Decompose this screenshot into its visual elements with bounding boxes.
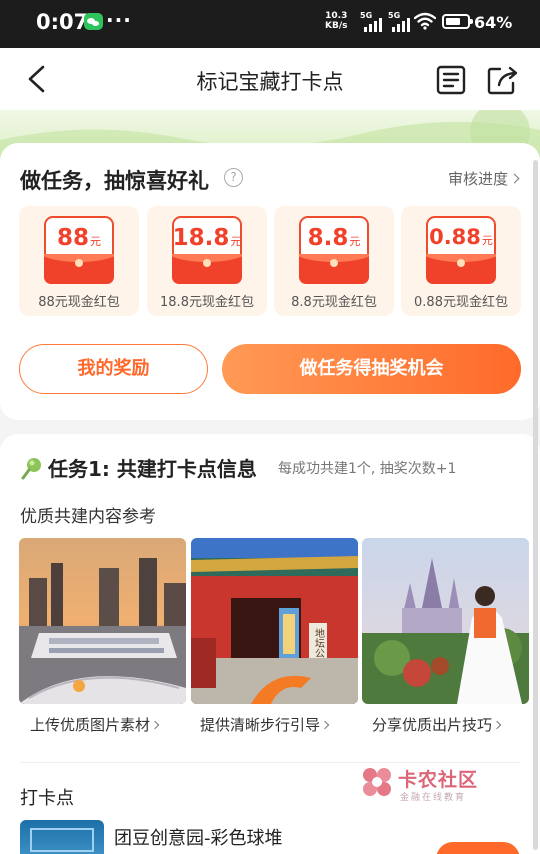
reference-caption-text: 提供清晰步行引导 [200, 716, 321, 734]
pin-icon [21, 458, 41, 480]
watermark-sub: 金融在线教育 [400, 793, 467, 803]
task-title: 任务1: 共建打卡点信息 [45, 453, 257, 482]
status-bar: 0:07 ··· 10.3 KB/s 5G 5G 64% [0, 0, 540, 48]
wechat-icon [84, 13, 103, 30]
watermark-logo [363, 768, 391, 796]
prize-unit: 元 [230, 235, 242, 248]
prize-unit: 元 [90, 235, 101, 248]
red-envelope-icon: 88元 [44, 216, 114, 284]
spot-action-button[interactable] [436, 842, 520, 854]
reference-caption[interactable]: 分享优质出片技巧 [372, 714, 502, 735]
prize-label: 0.88元现金红包 [414, 295, 508, 310]
nav-bar: 标记宝藏打卡点 [0, 48, 540, 110]
prize-amount: 88 [56, 225, 89, 251]
reference-caption-text: 上传优质图片素材 [30, 716, 151, 734]
wifi-icon [414, 12, 436, 30]
reference-caption[interactable]: 上传优质图片素材 [30, 714, 160, 735]
do-task-button[interactable]: 做任务得抽奖机会 [222, 344, 521, 394]
help-icon[interactable]: ? [224, 168, 243, 187]
network-speed: 10.3 KB/s [325, 11, 347, 31]
prize-label: 18.8元现金红包 [160, 295, 254, 310]
my-rewards-button[interactable]: 我的奖励 [19, 344, 208, 394]
scrollbar[interactable] [533, 160, 538, 850]
red-envelope-icon: 0.88元 [426, 216, 496, 284]
prize-card: 8.8元 8.8元现金红包 [274, 206, 394, 316]
watermark: 卡农社区 金融在线教育 [360, 763, 490, 807]
battery-icon [442, 14, 473, 29]
prize-amount: 0.88 [429, 225, 481, 249]
reference-photo[interactable] [362, 538, 529, 704]
prize-amount: 18.8 [172, 225, 230, 251]
review-progress-label: 审核进度 [447, 170, 508, 188]
document-list-icon[interactable] [436, 65, 466, 95]
reward-card: 做任务，抽惊喜好礼 ? 审核进度 88元 88元现金红包 18.8元 18.8元… [0, 143, 540, 420]
reference-photo[interactable]: 地坛公园 [191, 538, 358, 704]
battery-percent: 64% [474, 13, 513, 32]
task-note: 每成功共建1个, 抽奖次数+1 [278, 461, 457, 477]
reference-photo[interactable] [19, 538, 186, 704]
checkin-section-title: 打卡点 [20, 788, 74, 809]
network-speed-value: 10.3 [325, 11, 348, 21]
reward-card-title: 做任务，抽惊喜好礼 [20, 169, 209, 193]
prize-card: 0.88元 0.88元现金红包 [401, 206, 521, 316]
share-icon[interactable] [487, 65, 519, 95]
prize-card: 88元 88元现金红包 [19, 206, 139, 316]
status-time: 0:07 [36, 10, 89, 34]
chevron-right-icon [509, 173, 520, 184]
prize-card: 18.8元 18.8元现金红包 [147, 206, 267, 316]
watermark-name: 卡农社区 [398, 769, 479, 791]
prize-label: 88元现金红包 [38, 295, 120, 310]
spot-name[interactable]: 团豆创意园-彩色球堆 [114, 824, 283, 850]
red-envelope-icon: 18.8元 [172, 216, 242, 284]
more-notifications-icon: ··· [106, 8, 132, 32]
chevron-right-icon [492, 720, 502, 730]
reference-caption[interactable]: 提供清晰步行引导 [200, 714, 330, 735]
prize-label: 8.8元现金红包 [291, 295, 377, 310]
red-envelope-icon: 8.8元 [299, 216, 369, 284]
chevron-right-icon [320, 720, 330, 730]
spot-thumbnail[interactable] [20, 820, 104, 854]
review-progress-link[interactable]: 审核进度 [447, 168, 520, 189]
network-speed-unit: KB/s [325, 21, 348, 31]
prize-unit: 元 [481, 234, 493, 247]
chevron-right-icon [150, 720, 160, 730]
prize-amount: 8.8 [307, 225, 349, 251]
prize-unit: 元 [349, 235, 361, 248]
reference-caption-text: 分享优质出片技巧 [372, 716, 493, 734]
reference-title: 优质共建内容参考 [20, 507, 156, 527]
